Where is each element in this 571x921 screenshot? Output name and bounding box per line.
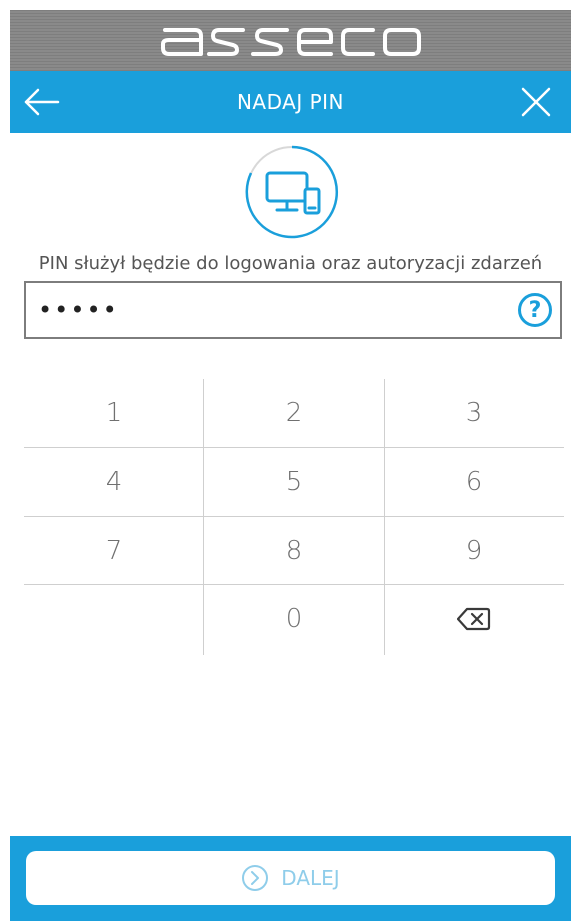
key-7[interactable]: 7 [24,517,204,585]
key-1[interactable]: 1 [24,379,204,447]
key-5[interactable]: 5 [204,448,384,516]
pin-field[interactable]: ? [24,281,562,339]
close-icon [521,87,551,117]
footer-bar: DALEJ [10,836,571,921]
header-bar: NADAJ PIN [10,71,571,133]
device-progress-ring [243,143,341,241]
keypad: 1 2 3 4 5 6 7 8 9 0 [24,379,564,655]
page-title: NADAJ PIN [236,90,345,114]
pin-input[interactable] [26,295,480,325]
brand-bar [10,10,571,71]
next-button[interactable]: DALEJ [26,851,555,905]
key-4[interactable]: 4 [24,448,204,516]
key-9[interactable]: 9 [384,517,564,585]
key-6[interactable]: 6 [384,448,564,516]
app-frame: NADAJ PIN PIN służył będzie do logowania… [10,10,571,921]
chevron-right-circle-icon [242,865,269,891]
help-button[interactable]: ? [518,293,552,327]
help-icon: ? [528,297,542,323]
key-0[interactable]: 0 [204,585,384,653]
next-button-label: DALEJ [281,866,340,890]
key-8[interactable]: 8 [204,517,384,585]
asseco-logo [160,27,421,56]
backspace-button[interactable] [384,585,564,653]
desktop-mobile-icon [245,145,339,239]
close-button[interactable] [519,85,553,119]
key-2[interactable]: 2 [204,379,384,447]
key-empty [24,585,204,653]
pin-info-text: PIN służył będzie do logowania oraz auto… [38,253,543,274]
backspace-icon [457,607,491,631]
key-3[interactable]: 3 [384,379,564,447]
